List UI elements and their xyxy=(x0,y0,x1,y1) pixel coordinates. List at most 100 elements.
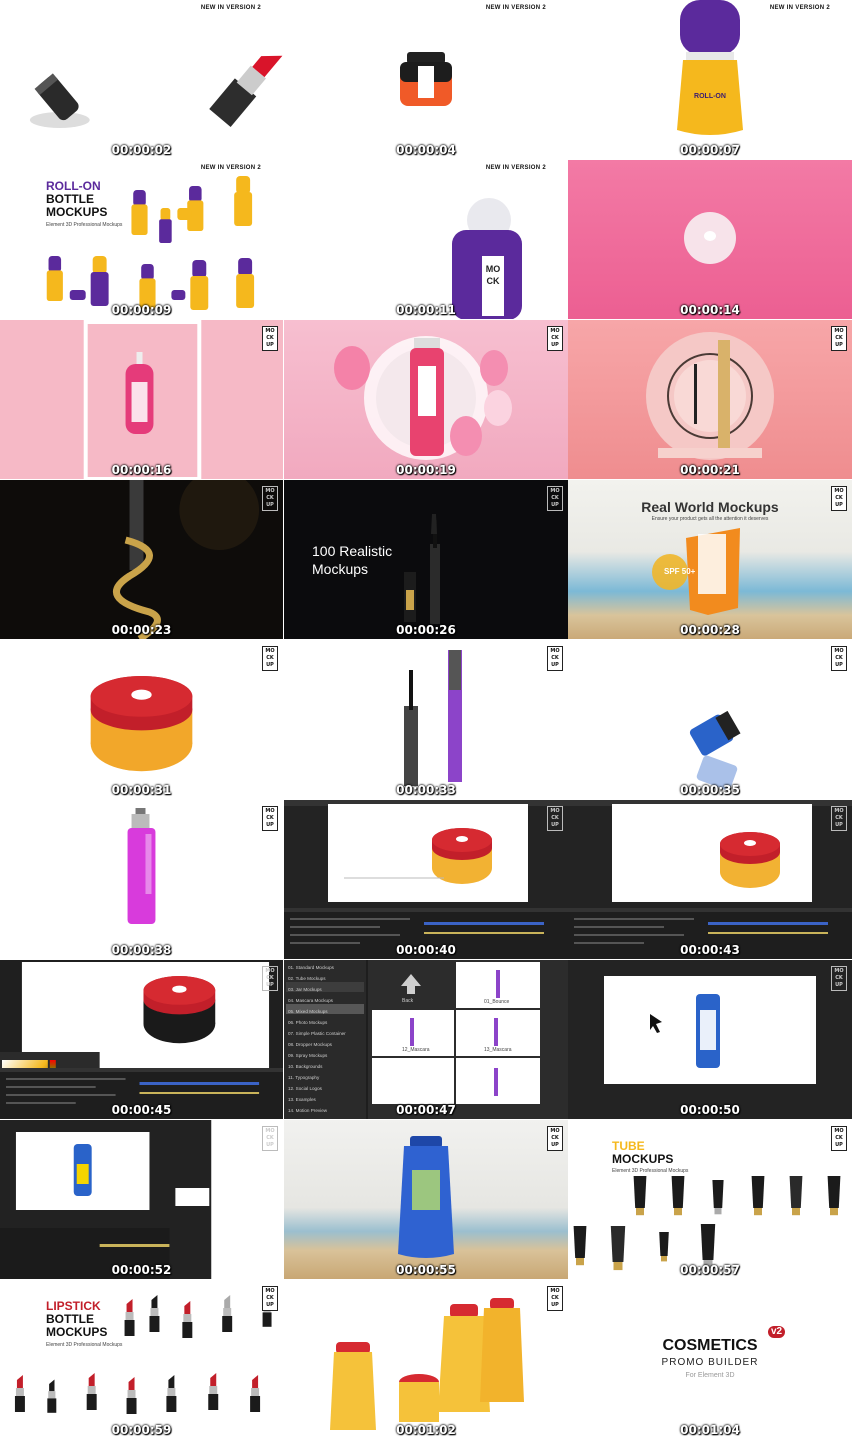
video-frame-thumbnail[interactable]: ROLL-ON NEW IN VERSION 2 00:00:07 xyxy=(568,0,852,159)
preset-menu-item[interactable]: 10. Backgrounds xyxy=(288,1061,366,1072)
video-frame-thumbnail[interactable]: ROLL-ON BOTTLE MOCKUPS Element 3D Professio… xyxy=(0,160,283,319)
video-frame-thumbnail[interactable]: MO CK UP 00:00:31 xyxy=(0,640,283,799)
mockup-logo: MO CK UP xyxy=(547,806,563,831)
video-frame-thumbnail[interactable]: Real World Mockups Ensure your product ge… xyxy=(568,480,852,639)
preset-menu-item[interactable]: 14. Motion Preview xyxy=(288,1105,366,1116)
video-frame-thumbnail[interactable]: MO CK UP 00:00:33 xyxy=(284,640,568,799)
frame-artwork: ROLL-ON xyxy=(677,0,743,135)
video-frame-thumbnail[interactable]: MO CK UP 00:00:16 xyxy=(0,320,283,479)
video-frame-thumbnail[interactable]: MO CK UP 00:00:50 xyxy=(568,960,852,1119)
timestamp: 00:00:16 xyxy=(111,463,172,477)
video-frame-thumbnail[interactable]: NEW IN VERSION 2 00:00:04 xyxy=(284,0,568,159)
spf-badge: SPF 50+ xyxy=(664,567,696,576)
preset-menu-item[interactable]: 08. Dropper Mockups xyxy=(288,1039,366,1050)
frame-artwork xyxy=(14,1293,272,1414)
mockup-logo: MO CK UP xyxy=(831,806,847,831)
frame-artwork xyxy=(113,480,260,639)
preset-menu-item[interactable]: 05. Mixed Mockups xyxy=(288,1006,366,1017)
frame-artwork: MO CK xyxy=(452,198,522,319)
title-line: MOCKUPS xyxy=(612,1152,674,1166)
video-frame-thumbnail[interactable]: MO CK UP 00:00:40 xyxy=(284,800,568,959)
timestamp: 00:00:35 xyxy=(680,783,740,797)
new-in-version-label: NEW IN VERSION 2 xyxy=(485,5,546,11)
video-frame-thumbnail[interactable]: 00:00:14 xyxy=(568,160,852,319)
video-frame-thumbnail[interactable]: MO CK UP 00:00:21 xyxy=(568,320,852,479)
new-in-version-label: NEW IN VERSION 2 xyxy=(485,165,546,171)
browser-item-label[interactable]: 12_Mascara xyxy=(402,1047,430,1053)
video-frame-thumbnail[interactable]: 01. Standard Mockups 02. Tube Mockups 03. … xyxy=(284,960,568,1119)
preset-menu-item[interactable]: 12. Social Logos xyxy=(288,1083,366,1094)
timestamp: 00:00:33 xyxy=(396,783,456,797)
timestamp: 00:00:45 xyxy=(111,1103,172,1117)
frame-artwork xyxy=(334,336,512,460)
video-frame-thumbnail[interactable]: MO CK UP 00:00:43 xyxy=(568,800,852,959)
mockup-logo: MO CK UP xyxy=(547,1286,563,1311)
mockup-logo: MO CK UP xyxy=(262,646,278,671)
video-frame-thumbnail[interactable]: MO CK UP 00:00:23 xyxy=(0,480,283,639)
new-in-version-label: NEW IN VERSION 2 xyxy=(769,5,830,11)
back-label[interactable]: Back xyxy=(402,998,413,1004)
title-line: 100 Realistic xyxy=(312,543,393,559)
mockup-logo: MO CK UP xyxy=(547,326,563,351)
timestamp: 00:00:59 xyxy=(111,1423,172,1437)
timestamp: 00:00:07 xyxy=(680,143,740,157)
video-frame-thumbnail[interactable]: MO CK UP 00:00:19 xyxy=(284,320,568,479)
video-frame-thumbnail[interactable]: LIPSTICK BOTTLE MOCKUPS Element 3D Professi… xyxy=(0,1280,283,1439)
preset-menu-item[interactable]: 09. Spray Mockups xyxy=(288,1050,366,1061)
video-frame-thumbnail[interactable]: NEW IN VERSION 2 00:00:02 xyxy=(0,0,283,159)
preset-menu-item[interactable]: 01. Standard Mockups xyxy=(288,962,366,973)
mockup-logo: MO CK UP xyxy=(262,326,278,351)
mockup-logo: MO CK UP xyxy=(262,1286,278,1311)
frame-artwork xyxy=(0,1120,283,1279)
video-frame-thumbnail[interactable]: MO CK NEW IN VERSION 2 00:00:11 xyxy=(284,160,568,319)
video-frame-thumbnail[interactable]: COSMETICS v2 PROMO BUILDER For Element 3D 00… xyxy=(568,1280,852,1439)
timestamp: 00:00:04 xyxy=(396,143,456,157)
preset-menu-item[interactable]: 03. Jar Mockups xyxy=(288,984,366,995)
svg-text:CK: CK xyxy=(487,276,500,286)
mockup-logo: MO CK UP xyxy=(831,1126,847,1151)
frame-artwork xyxy=(573,1176,841,1271)
timestamp: 00:00:26 xyxy=(396,623,456,637)
timestamp: 00:00:38 xyxy=(111,943,172,957)
title-line: MOCKUPS xyxy=(46,205,108,219)
final-for: For Element 3D xyxy=(685,1372,735,1379)
mockup-logo: MO CK UP xyxy=(262,486,278,511)
frame-artwork xyxy=(90,676,193,772)
video-frame-thumbnail[interactable]: TUBE MOCKUPS Element 3D Professional Mocku… xyxy=(568,1120,852,1279)
new-in-version-label: NEW IN VERSION 2 xyxy=(200,165,261,171)
video-frame-thumbnail[interactable]: MO CK UP 00:00:52 xyxy=(0,1120,283,1279)
frame-artwork xyxy=(404,650,462,786)
title-line: MOCKUPS xyxy=(46,1325,108,1339)
preset-menu-item[interactable]: 04. Mascara Mockups xyxy=(288,995,366,1006)
preset-menu-item[interactable]: 06. Photo Mockups xyxy=(288,1017,366,1028)
mockup-logo: MO CK UP xyxy=(831,326,847,351)
video-frame-thumbnail[interactable]: 100 Realistic Mockups MO CK UP 00:00:26 xyxy=(284,480,568,639)
title-line: Mockups xyxy=(312,561,369,577)
video-frame-thumbnail[interactable]: MO CK UP 00:00:55 xyxy=(284,1120,568,1279)
video-frame-thumbnail[interactable]: MO CK UP 00:00:35 xyxy=(568,640,852,799)
frame-artwork xyxy=(284,800,568,959)
preset-menu-item[interactable]: 13. Examples xyxy=(288,1094,366,1105)
timestamp: 00:00:23 xyxy=(111,623,172,637)
browser-item-label[interactable]: 01_Bounce xyxy=(484,999,509,1005)
thumbnail-grid: NEW IN VERSION 2 00:00:02 NEW IN VERSION 2… xyxy=(0,0,852,1440)
final-subtitle: PROMO BUILDER xyxy=(661,1357,759,1368)
video-frame-thumbnail[interactable]: MO CK UP 00:00:45 xyxy=(0,960,283,1119)
version-badge: v2 xyxy=(768,1326,786,1338)
preset-menu-item[interactable]: 07. Simple Plastic Container xyxy=(288,1028,366,1039)
frame-artwork xyxy=(404,514,440,624)
title-line: TUBE xyxy=(612,1139,645,1153)
final-title: COSMETICS xyxy=(662,1337,758,1354)
preset-menu-item[interactable]: 02. Tube Mockups xyxy=(288,973,366,984)
timestamp: 00:00:31 xyxy=(111,783,172,797)
mockup-logo: MO CK UP xyxy=(831,486,847,511)
frame-artwork xyxy=(46,176,255,310)
frame-artwork xyxy=(398,1136,454,1258)
mockup-logo: MO CK UP xyxy=(547,646,563,671)
video-frame-thumbnail[interactable]: MO CK UP 00:01:02 xyxy=(284,1280,568,1439)
timestamp: 00:00:28 xyxy=(680,623,740,637)
video-frame-thumbnail[interactable]: MO CK UP 00:00:38 xyxy=(0,800,283,959)
preset-menu-item[interactable]: 11. Typography xyxy=(288,1072,366,1083)
browser-item-label[interactable]: 13_Mascara xyxy=(484,1047,512,1053)
frame-artwork xyxy=(684,212,736,264)
